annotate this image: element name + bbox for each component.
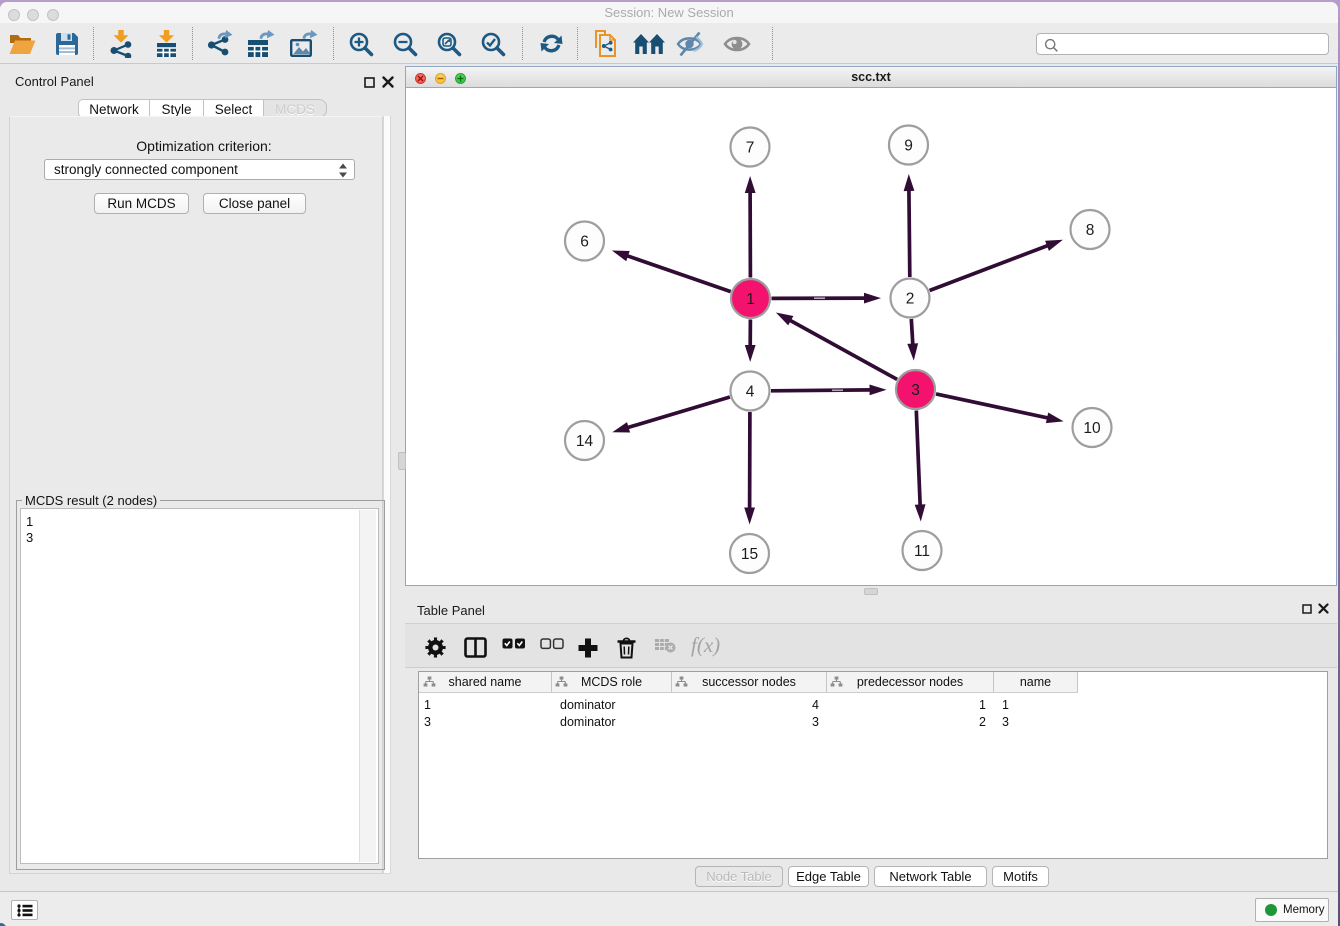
- svg-text:6: 6: [580, 234, 589, 251]
- svg-text:15: 15: [741, 546, 758, 563]
- svg-text:10: 10: [1083, 420, 1101, 437]
- svg-text:3: 3: [911, 382, 920, 399]
- svg-text:8: 8: [1086, 222, 1095, 239]
- svg-text:1: 1: [746, 291, 755, 308]
- svg-text:14: 14: [576, 433, 594, 450]
- svg-text:9: 9: [904, 138, 913, 155]
- svg-text:f(x): f(x): [691, 633, 720, 657]
- svg-text:11: 11: [914, 543, 930, 560]
- svg-text:2: 2: [906, 291, 915, 308]
- svg-text:4: 4: [746, 384, 755, 401]
- svg-text:7: 7: [746, 140, 755, 157]
